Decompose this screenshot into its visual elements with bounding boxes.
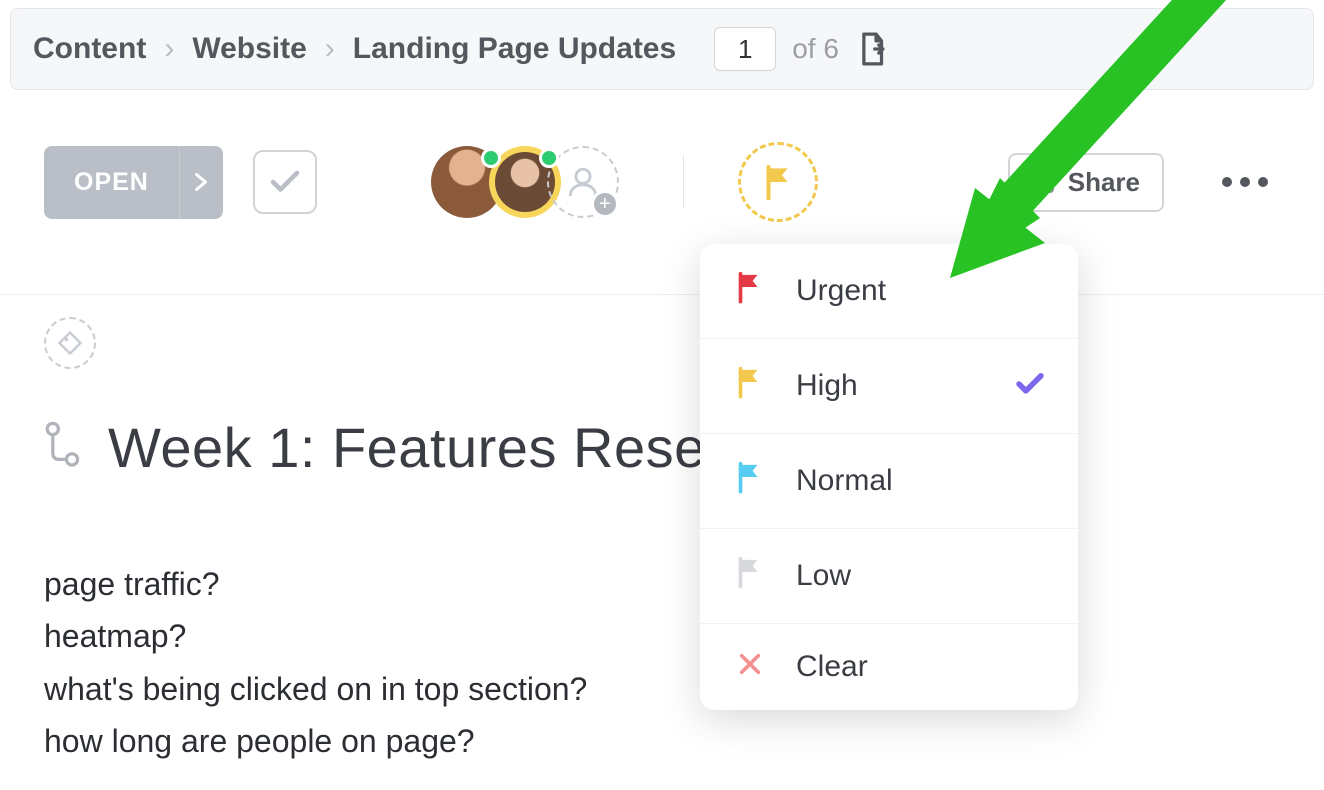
priority-menu: Urgent High Normal Low Clear [700, 244, 1078, 710]
chevron-right-icon: › [164, 32, 174, 66]
breadcrumb: Content › Website › Landing Page Updates… [10, 8, 1314, 90]
assignees: + [431, 146, 619, 218]
check-icon [1016, 369, 1044, 403]
breadcrumb-item-landing[interactable]: Landing Page Updates [353, 32, 676, 66]
close-icon [734, 651, 766, 683]
desc-line: what's being clicked on in top section? [44, 663, 1280, 715]
priority-label: Low [796, 559, 851, 593]
share-label: Share [1068, 167, 1140, 198]
share-icon [1032, 170, 1056, 194]
breadcrumb-item-content[interactable]: Content [33, 32, 146, 66]
priority-option-urgent[interactable]: Urgent [700, 244, 1078, 339]
priority-option-clear[interactable]: Clear [700, 624, 1078, 710]
chevron-right-icon: › [325, 32, 335, 66]
flag-icon [734, 555, 766, 597]
tag-icon [56, 329, 84, 357]
page-total: of 6 [792, 33, 839, 65]
flag-icon [734, 270, 766, 312]
priority-label: Normal [796, 464, 893, 498]
open-dropdown-button[interactable] [179, 146, 223, 219]
flag-icon [734, 365, 766, 407]
task-description[interactable]: page traffic? heatmap? what's being clic… [44, 558, 1280, 768]
page-indicator: of 6 [714, 27, 889, 71]
page-current-input[interactable] [714, 27, 776, 71]
priority-label: High [796, 369, 858, 403]
desc-line: page traffic? [44, 558, 1280, 610]
breadcrumb-item-website[interactable]: Website [192, 32, 306, 66]
more-menu-button[interactable] [1210, 165, 1280, 199]
add-tag-button[interactable] [44, 317, 96, 369]
task-toolbar: OPEN + Share [0, 98, 1324, 266]
priority-label: Clear [796, 650, 868, 684]
divider [683, 155, 684, 209]
subtask-icon [44, 421, 84, 474]
flag-icon [734, 460, 766, 502]
priority-button[interactable] [738, 142, 818, 222]
check-icon [270, 170, 300, 194]
presence-indicator [539, 148, 559, 168]
complete-button[interactable] [253, 150, 317, 214]
desc-line: heatmap? [44, 610, 1280, 662]
priority-option-normal[interactable]: Normal [700, 434, 1078, 529]
priority-option-low[interactable]: Low [700, 529, 1078, 624]
flag-icon [761, 163, 795, 201]
share-button[interactable]: Share [1008, 153, 1164, 212]
caret-right-icon [195, 173, 207, 191]
desc-line: how long are people on page? [44, 715, 1280, 767]
presence-indicator [481, 148, 501, 168]
next-page-icon[interactable] [855, 30, 889, 68]
plus-icon: + [591, 190, 619, 218]
open-button[interactable]: OPEN [44, 146, 179, 219]
priority-option-high[interactable]: High [700, 339, 1078, 434]
priority-label: Urgent [796, 274, 886, 308]
